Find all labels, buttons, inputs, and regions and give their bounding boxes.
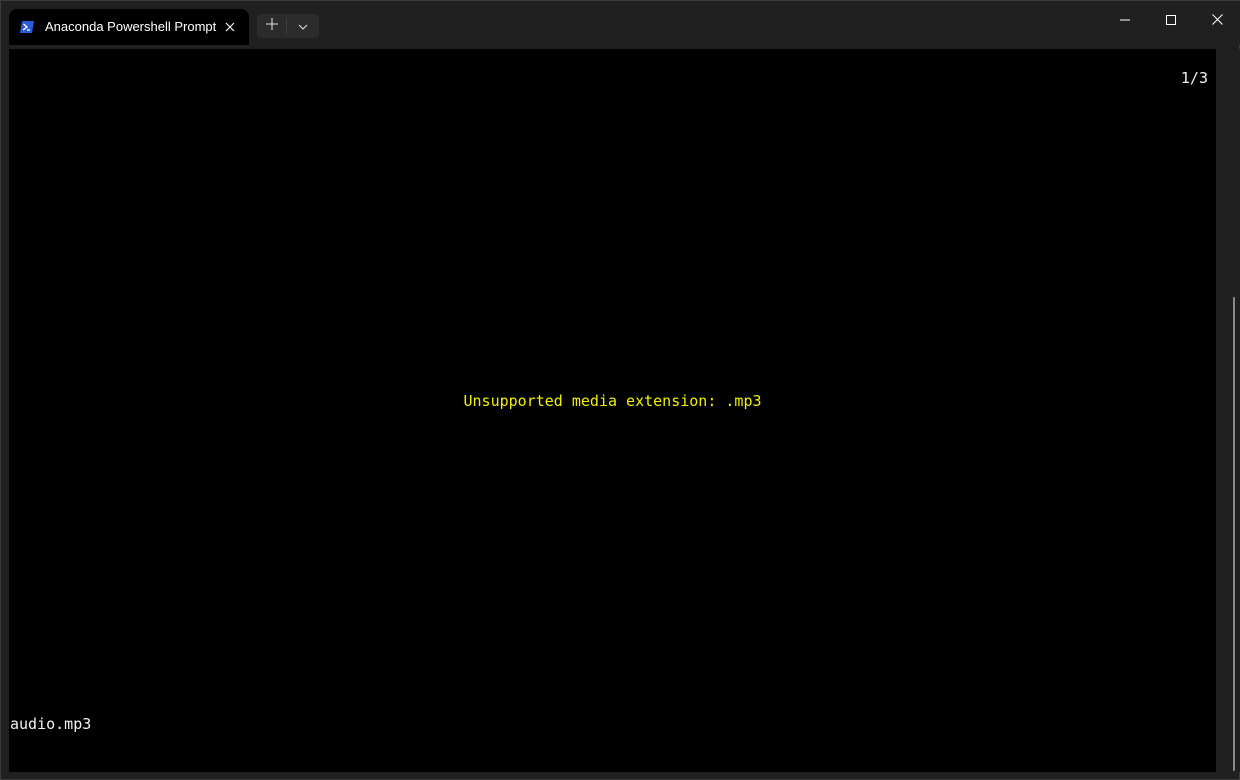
title-bar[interactable]: Anaconda Powershell Prompt xyxy=(1,1,1240,45)
terminal-window: Anaconda Powershell Prompt 1/3 Unsupport… xyxy=(0,0,1240,780)
current-filename: audio.mp3 xyxy=(10,715,92,733)
plus-icon xyxy=(265,17,278,35)
terminal-pane[interactable]: 1/3 Unsupported media extension: .mp3 au… xyxy=(9,49,1216,772)
page-counter: 1/3 xyxy=(1180,69,1208,87)
scrollbar-thumb[interactable] xyxy=(1233,297,1235,771)
tab-title: Anaconda Powershell Prompt xyxy=(45,19,217,34)
tab-close-icon[interactable] xyxy=(221,18,239,36)
minimize-icon xyxy=(1120,12,1130,30)
chevron-down-icon xyxy=(298,17,308,35)
close-button[interactable] xyxy=(1194,1,1240,41)
scrollbar[interactable] xyxy=(1216,49,1240,772)
unsupported-media-message: Unsupported media extension: .mp3 xyxy=(463,392,762,410)
minimize-button[interactable] xyxy=(1102,1,1148,41)
new-tab-button[interactable] xyxy=(257,14,286,38)
maximize-button[interactable] xyxy=(1148,1,1194,41)
new-tab-group xyxy=(257,14,319,38)
close-icon xyxy=(1211,12,1223,30)
powershell-icon xyxy=(19,19,35,35)
maximize-icon xyxy=(1166,12,1176,30)
profile-dropdown-button[interactable] xyxy=(287,14,319,38)
tab-anaconda-powershell[interactable]: Anaconda Powershell Prompt xyxy=(9,9,249,45)
